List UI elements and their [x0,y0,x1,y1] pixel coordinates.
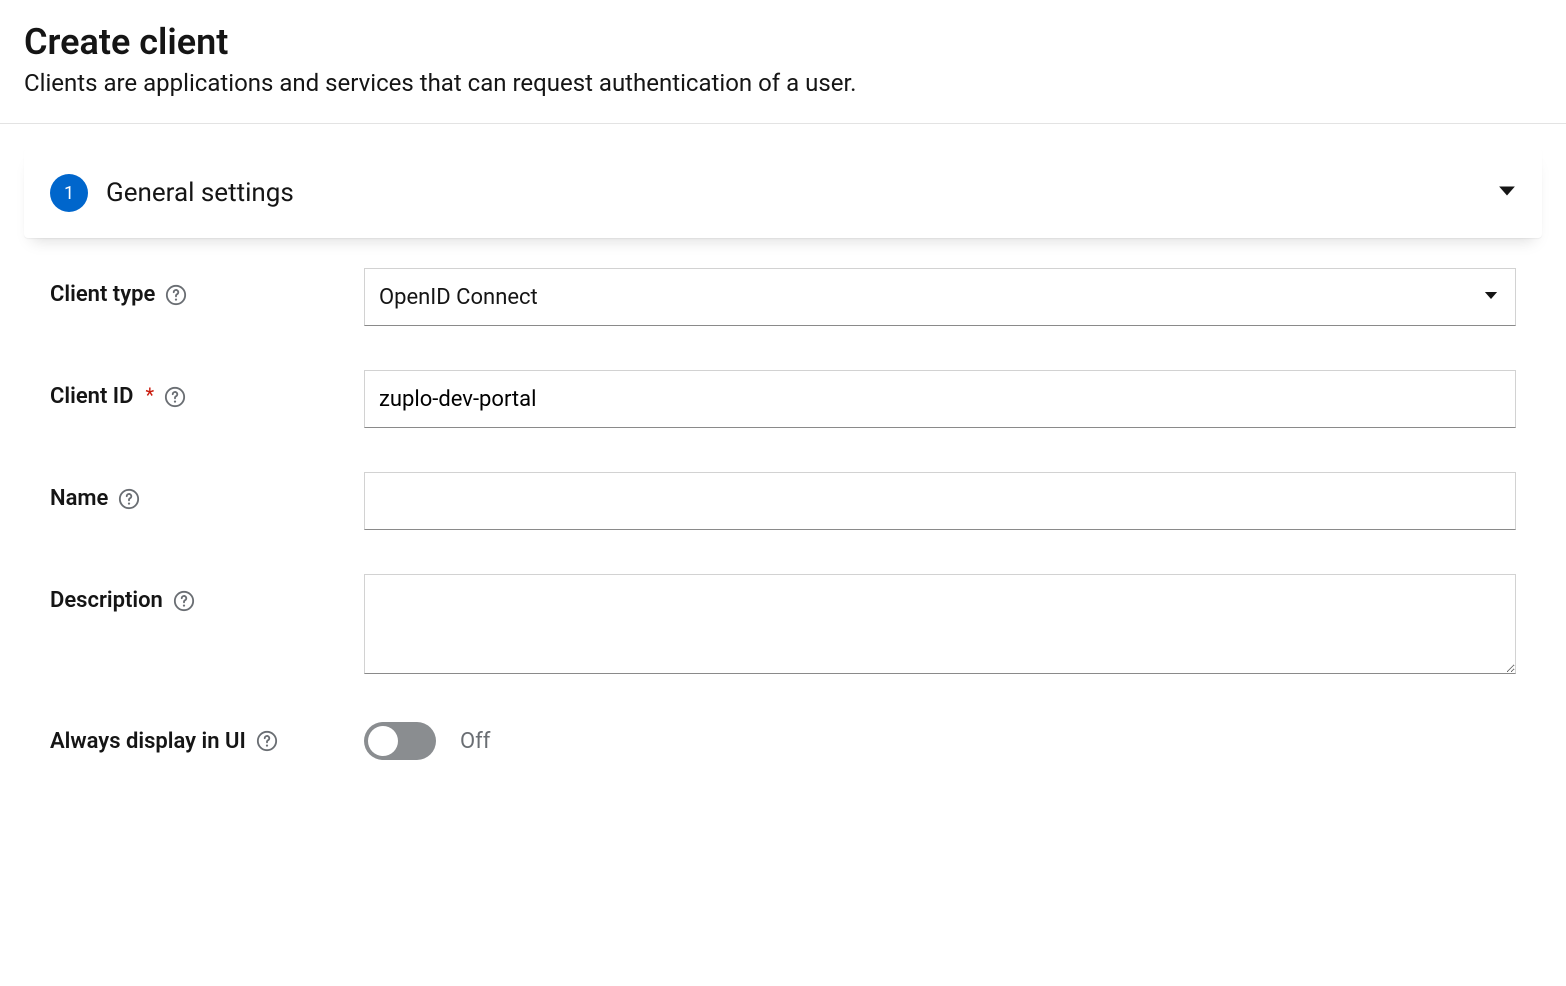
field-name: Name [50,472,1516,530]
field-col [364,472,1516,530]
field-col: OpenID Connect [364,268,1516,326]
help-icon[interactable] [118,488,140,510]
wizard-step-left: 1 General settings [50,174,294,212]
client-id-input[interactable] [364,370,1516,428]
label-client-type-col: Client type [50,268,340,307]
toggle-state-label: Off [460,729,490,754]
client-type-value: OpenID Connect [379,285,538,310]
page-title: Create client [24,20,1542,65]
help-icon[interactable] [165,284,187,306]
wizard-form: Client type OpenID Connect Client ID [24,268,1542,760]
always-display-toggle[interactable] [364,722,436,760]
label-always-display-col: Always display in UI [50,729,340,754]
help-icon[interactable] [173,590,195,612]
label-client-id-col: Client ID * [50,370,340,409]
page-header: Create client Clients are applications a… [0,0,1566,124]
field-client-type: Client type OpenID Connect [50,268,1516,326]
client-type-select-wrapper: OpenID Connect [364,268,1516,326]
field-client-id: Client ID * [50,370,1516,428]
name-input[interactable] [364,472,1516,530]
step-title: General settings [106,178,294,208]
toggle-knob [368,726,398,756]
label-always-display: Always display in UI [50,729,246,754]
field-always-display: Always display in UI Off [50,722,1516,760]
wizard-container: 1 General settings Client type OpenID Co… [0,124,1566,784]
wizard-step-header[interactable]: 1 General settings [24,148,1542,238]
help-icon[interactable] [256,730,278,752]
page-subtitle: Clients are applications and services th… [24,69,1542,97]
field-col: Off [364,722,1516,760]
help-icon[interactable] [164,386,186,408]
step-number-badge: 1 [50,174,88,212]
chevron-down-icon[interactable] [1498,182,1516,204]
field-description: Description [50,574,1516,678]
label-description-col: Description [50,574,340,613]
label-client-type: Client type [50,282,155,307]
label-name-col: Name [50,472,340,511]
label-description: Description [50,588,163,613]
label-name: Name [50,486,108,511]
client-type-select[interactable]: OpenID Connect [364,268,1516,326]
label-client-id: Client ID [50,384,133,409]
toggle-wrap: Off [364,722,1516,760]
required-indicator: * [145,383,154,407]
description-textarea[interactable] [364,574,1516,674]
field-col [364,574,1516,678]
field-col [364,370,1516,428]
